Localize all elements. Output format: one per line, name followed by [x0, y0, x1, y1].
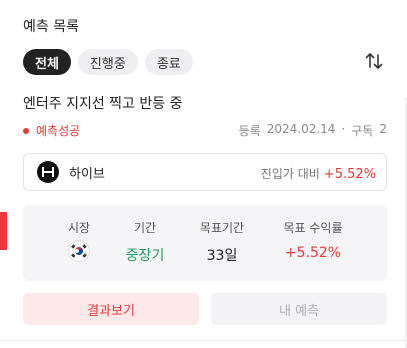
filter-chips: 전체 진행중 종료	[23, 49, 193, 75]
filter-ended-chip[interactable]: 종료	[144, 49, 193, 75]
stock-change-info: 진입가 대비 +5.52%	[261, 165, 376, 182]
target-period-label: 목표기간	[199, 221, 245, 235]
south-korea-flag-icon	[68, 240, 90, 262]
status-text: 예측성공	[36, 124, 81, 138]
compare-label: 진입가 대비	[260, 167, 320, 181]
period-label: 기간	[133, 221, 157, 235]
hybe-logo-icon	[37, 161, 59, 183]
target-return-value: +5.52%	[284, 245, 342, 261]
card-divider	[0, 340, 407, 341]
side-indicator	[0, 212, 7, 250]
prediction-stats: 시장 기간 중장기 목표기간 33일 목표 수익률 +5.52%	[23, 205, 387, 281]
market-stat: 시장	[68, 219, 90, 266]
market-label: 시장	[67, 221, 91, 235]
filter-all-chip[interactable]: 전체	[23, 49, 71, 75]
prediction-list-page: 예측 목록 전체 진행중 종료 엔터주 지지선 찍고 반등 중 예측성공 등록 …	[0, 0, 407, 348]
target-period-stat: 목표기간 33일	[200, 219, 244, 265]
view-result-button[interactable]: 결과보기	[23, 293, 199, 325]
my-prediction-button[interactable]: 내 예측	[211, 293, 387, 325]
registered-label: 등록	[238, 124, 261, 138]
meta-separator: ·	[341, 122, 346, 136]
section-title: 예측 목록	[23, 19, 79, 35]
target-return-stat: 목표 수익률 +5.52%	[283, 219, 342, 261]
registration-info: 등록 2024.02.14 · 구독 2	[239, 122, 387, 139]
subscribers-count: 2	[379, 122, 387, 136]
filter-in-progress-chip[interactable]: 진행중	[77, 49, 138, 75]
subscribers-label: 구독	[351, 124, 374, 138]
target-period-value: 33일	[206, 248, 238, 264]
period-stat: 기간 중장기	[126, 219, 165, 265]
registered-date: 2024.02.14	[266, 122, 336, 136]
stock-change-value: +5.52%	[323, 167, 376, 182]
stock-row[interactable]: 하이브 진입가 대비 +5.52%	[23, 153, 387, 191]
stock-name: 하이브	[69, 166, 105, 182]
prediction-title[interactable]: 엔터주 지지선 찍고 반등 중	[23, 93, 182, 113]
status-badge: 예측성공	[23, 122, 80, 139]
sort-up-down-icon[interactable]	[364, 51, 384, 71]
target-return-label: 목표 수익률	[283, 221, 343, 235]
status-dot-icon	[23, 127, 29, 134]
prediction-meta: 예측성공 등록 2024.02.14 · 구독 2	[23, 122, 393, 140]
period-value: 중장기	[125, 248, 165, 264]
